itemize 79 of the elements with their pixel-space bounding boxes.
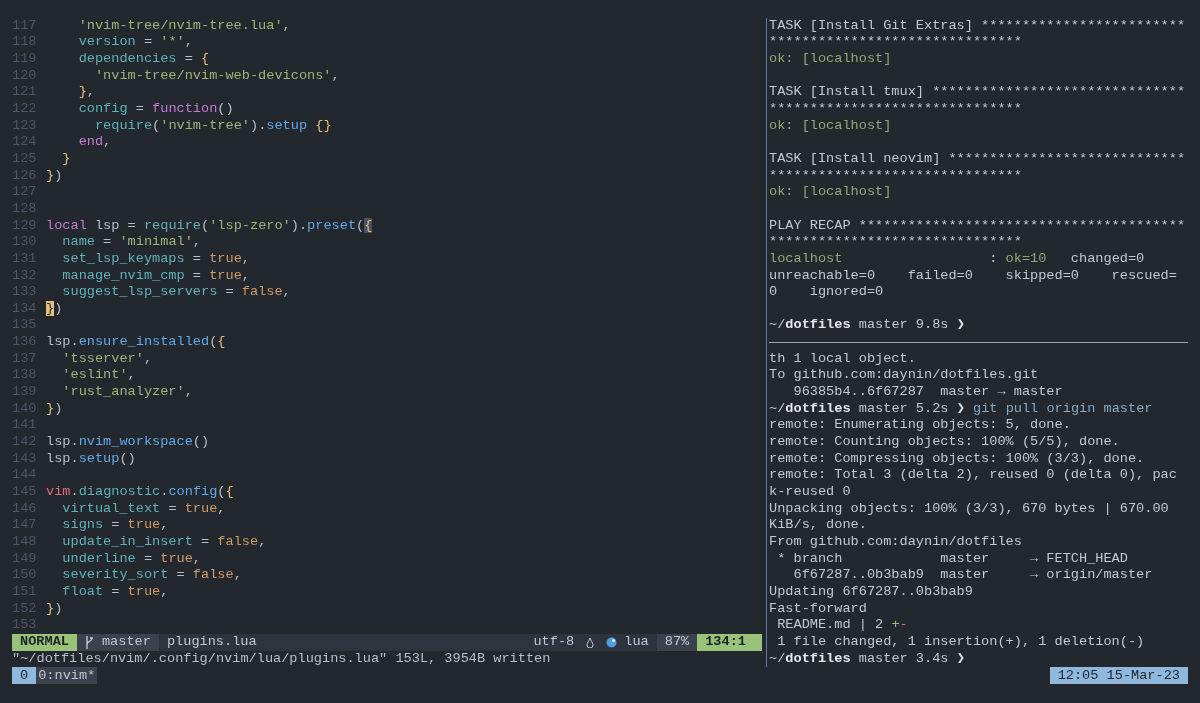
file-name: plugins.lua <box>165 633 258 651</box>
code-line: 'nvim-tree/nvim-tree.lua', <box>77 17 291 35</box>
code-line: require('nvim-tree').setup {} <box>93 117 332 135</box>
session-label: 0 <box>12 667 37 685</box>
terminal-line: Fast-forward <box>769 600 867 616</box>
code-line: }) <box>46 400 63 418</box>
git-branch-icon <box>84 635 94 649</box>
code-line: manage_nvim_cmp = true, <box>61 267 250 285</box>
command-message: "~/dotfiles/nvim/.config/nvim/lua/plugins.lua" 153L, 3954B written <box>12 650 551 666</box>
terminal-line: TASK [Install tmux] ******************************* <box>769 84 1186 100</box>
code-line: set_lsp_keymaps = true, <box>61 250 250 268</box>
terminal-line: 6f67287..0b3bab9 master → origin/master <box>792 567 1153 583</box>
code-line: 'eslint', <box>61 367 136 385</box>
terminal-line: ~/dotfiles master 5.2s ❯ git pull origin master <box>769 400 1153 416</box>
terminal-line: Updating 6f67287..0b3bab9 <box>769 583 973 599</box>
code-line: severity_sort = false, <box>61 567 242 584</box>
terminal-line: ******************************* <box>769 167 1022 183</box>
code-line: version = '*', <box>77 34 193 51</box>
terminal-line: remote: Enumerating objects: 5, done. <box>769 417 1071 433</box>
code-line: name = 'minimal', <box>61 234 202 251</box>
terminal-line: * branch master → FETCH_HEAD <box>776 550 1128 566</box>
terminal-line: th 1 local object. <box>769 350 916 366</box>
window-tab[interactable]: 0:nvim* <box>36 667 98 685</box>
terminal-line: KiB/s, done. <box>769 517 867 533</box>
terminal-line: k-reused 0 <box>769 484 851 500</box>
code-line: underline = true, <box>61 550 202 568</box>
terminal-line: remote: Compressing objects: 100% (3/3), done. <box>769 450 1145 466</box>
git-branch: master <box>76 633 159 651</box>
code-line: end, <box>77 134 112 151</box>
terminal-line: remote: Counting objects: 100% (5/5), done. <box>769 434 1120 450</box>
encoding: utf-8 <box>532 633 576 651</box>
terminal-line: ok: [localhost] <box>769 184 892 200</box>
terminal-line: 0 ignored=0 <box>769 284 884 300</box>
code-line: }) <box>46 300 63 318</box>
code-line: signs = true, <box>61 517 169 534</box>
code-line: 'rust_analyzer', <box>61 384 193 401</box>
terminal-line: unreachable=0 failed=0 skipped=0 rescued= <box>769 267 1177 283</box>
code-line: lsp.setup() <box>46 450 136 468</box>
terminal-line: To github.com:daynin/dotfiles.git <box>769 367 1039 383</box>
scroll-percent: 87% <box>656 633 698 651</box>
terminal-line: TASK [Install neovim] ***************************** <box>769 150 1186 166</box>
code-line: virtual_text = true, <box>61 500 226 518</box>
terminal-line: localhost : ok=10 changed=0 <box>769 250 1145 266</box>
code-line: dependencies = { <box>77 50 210 68</box>
terminal-line: PLAY RECAP **************************************** <box>769 217 1186 233</box>
terminal-line: Unpacking objects: 100% (3/3), 670 bytes | 670.00 <box>769 500 1169 516</box>
code-line: float = true, <box>61 583 169 601</box>
terminal-line: 96385b4..6f67287 master → master <box>792 384 1063 400</box>
terminal-line: ~/dotfiles master 9.8s ❯ <box>769 317 965 333</box>
terminal-line: From github.com:daynin/dotfiles <box>769 534 1022 549</box>
code-line: 'tsserver', <box>61 350 153 368</box>
terminal-line: TASK [Install Git Extras] ************************* <box>769 17 1186 33</box>
code-line: lsp.ensure_installed({ <box>46 334 226 351</box>
terminal-line: ~/dotfiles master 3.4s ❯ <box>769 650 965 666</box>
code-line: } <box>61 150 71 168</box>
mode-indicator: NORMAL <box>12 633 77 651</box>
code-line: }) <box>46 600 63 618</box>
moon-icon <box>606 636 618 648</box>
code-line: vim.diagnostic.config({ <box>46 484 234 501</box>
cursor-position: 134:1 <box>697 633 762 651</box>
terminal-line: 1 file changed, 1 insertion(+), 1 deletion(-) <box>776 633 1145 649</box>
code-line: update_in_insert = false, <box>61 534 267 551</box>
code-line: local lsp = require('lsp-zero').preset({ <box>46 217 373 235</box>
code-line: lsp.nvim_workspace() <box>46 434 210 451</box>
code-line: 'nvim-tree/nvim-web-devicons', <box>93 67 340 85</box>
file-type: lua <box>598 633 657 651</box>
terminal-line: ok: [localhost] <box>769 117 892 133</box>
terminal-line: ok: [localhost] <box>769 50 892 66</box>
code-line: config = function() <box>77 100 234 118</box>
terminal-line: README.md | 2 +- <box>776 617 908 633</box>
terminal-line: remote: Total 3 (delta 2), reused 0 (delta 0), pac <box>769 467 1177 483</box>
code-line: }, <box>77 84 95 101</box>
terminal-line: ******************************* <box>769 34 1022 50</box>
drop-icon <box>586 636 595 648</box>
terminal-line: ******************************* <box>769 234 1022 250</box>
code-line: suggest_lsp_servers = false, <box>61 284 291 301</box>
code-line: }) <box>46 167 63 185</box>
clock: 12:05 15-Mar-23 <box>1049 667 1188 685</box>
terminal-line: ******************************* <box>769 100 1022 116</box>
